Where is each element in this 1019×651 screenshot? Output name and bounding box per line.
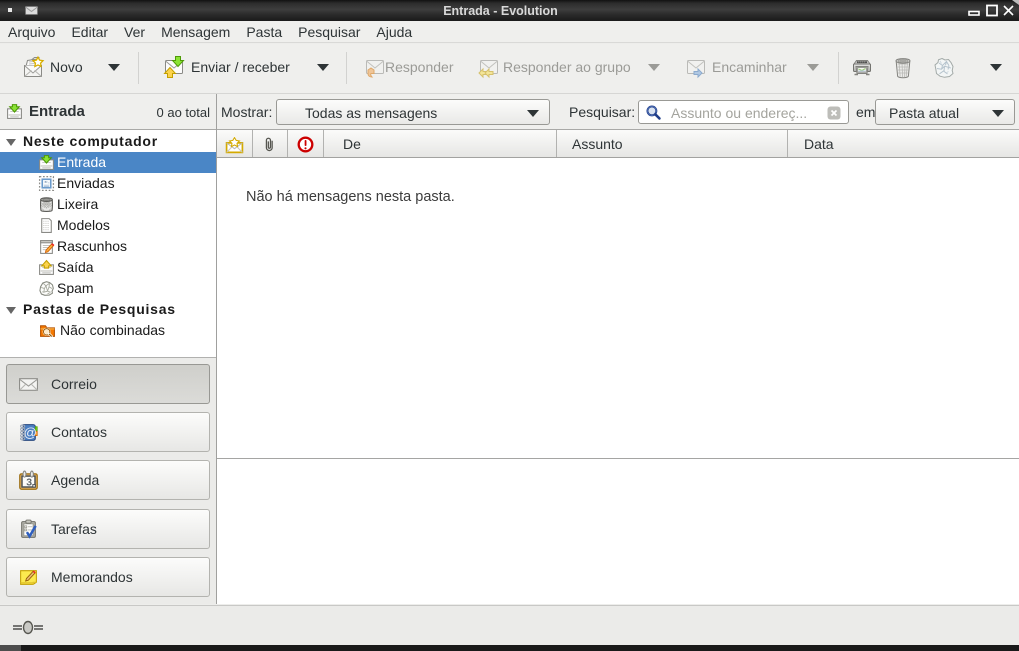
svg-text:3: 3: [26, 476, 32, 488]
svg-text:@: @: [24, 425, 37, 440]
